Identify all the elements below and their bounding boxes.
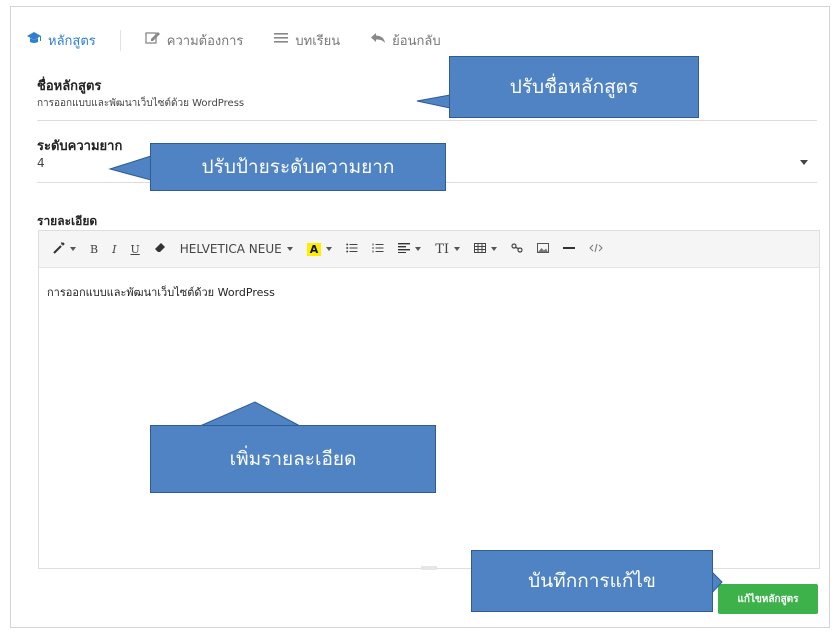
image-button[interactable]: [537, 242, 550, 256]
eraser-button[interactable]: [154, 242, 166, 256]
code-view-button[interactable]: [589, 243, 603, 256]
text-size-icon: TI: [435, 241, 450, 257]
image-icon: [537, 242, 550, 256]
ordered-list-icon: [372, 243, 384, 256]
reply-icon: [370, 31, 386, 49]
font-name-label: HELVETICA NEUE: [179, 242, 282, 256]
align-left-icon: [398, 242, 411, 256]
course-name-input[interactable]: การออกแบบและพัฒนาเว็บไซต์ด้วย WordPress: [37, 96, 244, 111]
graduation-cap-icon: [26, 31, 42, 49]
tab-back[interactable]: ย้อนกลับ: [370, 30, 441, 51]
difficulty-label: ระดับความยาก: [37, 139, 123, 154]
tab-lessons-label: บทเรียน: [295, 33, 341, 49]
tab-course-label: หลักสูตร: [48, 33, 96, 49]
chevron-down-icon[interactable]: [800, 160, 808, 165]
editor-content[interactable]: การออกแบบและพัฒนาเว็บไซต์ด้วย WordPress: [47, 283, 275, 301]
magic-wand-icon: [53, 241, 65, 257]
table-dropdown[interactable]: [474, 242, 498, 256]
rich-text-editor: B I U HELVETICA NEUE A TI การออกแบบและพั…: [38, 230, 820, 570]
divider: [37, 120, 817, 121]
tab-lessons[interactable]: บทเรียน: [273, 30, 340, 51]
unordered-list-icon: [346, 243, 358, 256]
details-label: รายละเอียด: [37, 214, 98, 228]
horizontal-rule-icon: [563, 243, 576, 256]
underline-button[interactable]: U: [130, 243, 139, 256]
horizontal-rule-button[interactable]: [563, 243, 576, 256]
unordered-list-button[interactable]: [346, 243, 358, 256]
underline-icon: U: [130, 242, 140, 256]
tab-course[interactable]: หลักสูตร: [26, 29, 121, 51]
resize-handle[interactable]: [421, 566, 437, 570]
tab-requirements-label: ความต้องการ: [166, 33, 244, 49]
eraser-icon: [154, 242, 166, 256]
link-button[interactable]: [511, 242, 523, 256]
table-icon: [474, 242, 487, 256]
save-course-button[interactable]: แก้ไขหลักสูตร: [718, 584, 818, 614]
bold-icon: B: [90, 242, 99, 256]
text-size-dropdown[interactable]: TI: [435, 241, 461, 257]
code-icon: [589, 243, 603, 256]
ordered-list-button[interactable]: [372, 243, 384, 256]
tab-bar: หลักสูตร ความต้องการ บทเรียน ย้อนกลับ: [26, 26, 471, 54]
font-color-icon: A: [306, 242, 322, 256]
style-button[interactable]: [53, 241, 76, 257]
link-icon: [511, 242, 523, 256]
italic-button[interactable]: I: [112, 243, 116, 256]
callout-details: เพิ่มรายละเอียด: [150, 425, 436, 493]
list-icon: [273, 31, 289, 49]
paragraph-align-dropdown[interactable]: [398, 242, 422, 256]
callout-difficulty: ปรับป้ายระดับความยาก: [150, 143, 446, 191]
callout-save: บันทึกการแก้ไข: [471, 550, 713, 612]
font-color-button[interactable]: A: [306, 242, 333, 256]
bold-button[interactable]: B: [90, 243, 98, 256]
tab-requirements[interactable]: ความต้องการ: [145, 30, 244, 51]
font-name-dropdown[interactable]: HELVETICA NEUE: [180, 242, 293, 256]
course-name-label: ชื่อหลักสูตร: [37, 79, 102, 94]
editor-toolbar: B I U HELVETICA NEUE A TI: [39, 231, 819, 268]
difficulty-select[interactable]: 4: [37, 156, 45, 170]
callout-rename: ปรับชื่อหลักสูตร: [449, 56, 699, 118]
italic-icon: I: [112, 242, 117, 256]
edit-icon: [145, 31, 161, 49]
tab-back-label: ย้อนกลับ: [392, 33, 441, 49]
